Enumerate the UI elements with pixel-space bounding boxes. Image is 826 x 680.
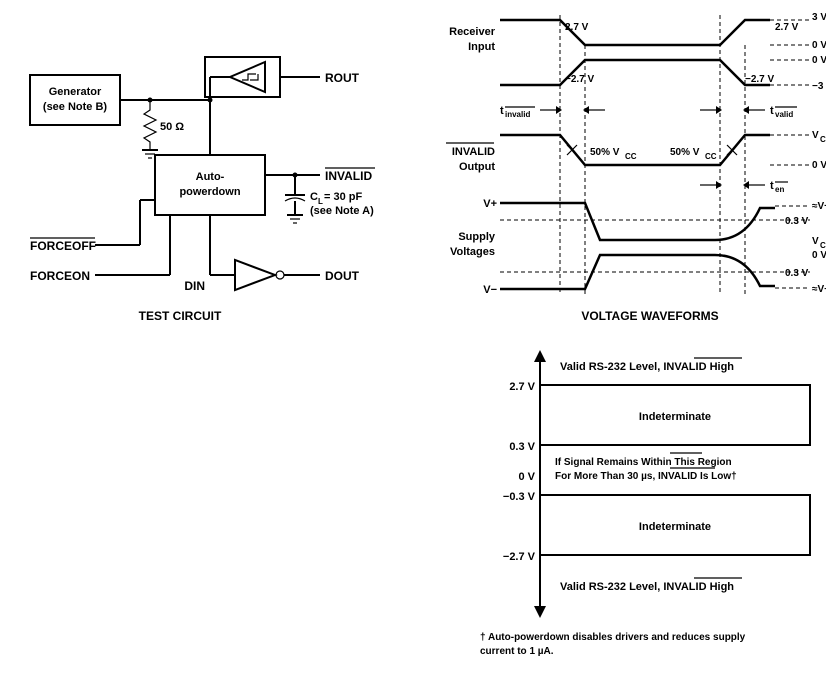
svg-text:Indeterminate: Indeterminate	[639, 411, 711, 423]
svg-text:invalid: invalid	[505, 110, 530, 119]
valid-top: Valid RS-232 Level, INVALID High	[560, 361, 734, 373]
svg-text:V−: V−	[483, 284, 497, 296]
svg-text:0.3 V: 0.3 V	[785, 268, 809, 279]
dout-label: DOUT	[325, 269, 360, 283]
autopd-l1: Auto-	[196, 171, 225, 183]
svg-text:If Signal Remains Within This: If Signal Remains Within This Region	[555, 457, 732, 468]
t-valid: t valid	[700, 105, 797, 119]
t-invalid: t invalid	[500, 105, 605, 119]
cl-rest: = 30 pF	[324, 191, 362, 203]
svg-text:Output: Output	[459, 161, 495, 173]
driver-icon	[235, 260, 275, 290]
svg-text:2.7 V: 2.7 V	[565, 22, 589, 33]
svg-text:V: V	[812, 130, 819, 141]
voltage-waveforms: 2.7 V 2.7 V 3 V 0 V −2.7 V −2.7 V 0 V −3…	[446, 12, 826, 323]
svg-text:V: V	[812, 236, 819, 247]
svg-text:t: t	[770, 105, 774, 117]
svg-text:2.7 V: 2.7 V	[509, 381, 535, 393]
rout-label: ROUT	[325, 71, 360, 85]
svg-text:CC: CC	[625, 152, 637, 161]
svg-text:Voltages: Voltages	[450, 246, 495, 258]
svg-text:t: t	[500, 105, 504, 117]
svg-text:Indeterminate: Indeterminate	[639, 521, 711, 533]
waveforms-title: VOLTAGE WAVEFORMS	[581, 309, 718, 323]
svg-text:en: en	[775, 185, 784, 194]
svg-text:For More Than 30 µs, INVALID I: For More Than 30 µs, INVALID Is Low†	[555, 471, 737, 482]
svg-text:Supply: Supply	[458, 231, 496, 243]
svg-text:0.3 V: 0.3 V	[785, 216, 809, 227]
svg-text:−2.7 V: −2.7 V	[503, 551, 536, 563]
svg-text:Input: Input	[468, 41, 495, 53]
cl-c: C	[310, 191, 318, 203]
svg-text:CC: CC	[705, 152, 717, 161]
svg-text:0 V: 0 V	[812, 40, 826, 51]
svg-text:0 V: 0 V	[812, 55, 826, 66]
footnote-1: † Auto-powerdown disables drivers and re…	[480, 632, 746, 643]
valid-bot: Valid RS-232 Level, INVALID High	[560, 581, 734, 593]
svg-text:0.3 V: 0.3 V	[509, 441, 535, 453]
svg-text:≈V−: ≈V−	[812, 284, 826, 295]
test-circuit: Generator (see Note B) 50 Ω ROUT Auto- p…	[30, 57, 375, 323]
svg-text:50% V: 50% V	[670, 147, 700, 158]
svg-text:t: t	[770, 180, 774, 192]
forceon-label: FORCEON	[30, 269, 90, 283]
svg-text:50% V: 50% V	[590, 147, 620, 158]
svg-text:−2.7 V: −2.7 V	[745, 74, 775, 85]
generator-line1: Generator	[49, 86, 102, 98]
svg-text:3 V: 3 V	[812, 12, 826, 23]
svg-text:0 V: 0 V	[812, 160, 826, 171]
generator-box	[30, 75, 120, 125]
level-diagram: Valid RS-232 Level, INVALID High Indeter…	[480, 350, 810, 657]
svg-text:INVALID: INVALID	[452, 146, 495, 158]
svg-text:−3 V: −3 V	[812, 81, 826, 92]
test-circuit-title: TEST CIRCUIT	[139, 309, 222, 323]
svg-text:Receiver: Receiver	[449, 26, 496, 38]
svg-text:V+: V+	[483, 198, 497, 210]
svg-text:0 V: 0 V	[518, 471, 535, 483]
generator-line2: (see Note B)	[43, 101, 108, 113]
footnote-2: current to 1 µA.	[480, 646, 554, 657]
svg-text:CC: CC	[820, 135, 826, 144]
forceoff-label: FORCEOFF	[30, 239, 96, 253]
svg-text:CC: CC	[820, 241, 826, 250]
autopd-box	[155, 155, 265, 215]
svg-text:−0.3 V: −0.3 V	[503, 491, 536, 503]
t-en: t en	[700, 180, 788, 194]
cl-note: (see Note A)	[310, 205, 374, 217]
svg-text:0 V: 0 V	[812, 250, 826, 261]
din-label: DIN	[184, 279, 205, 293]
invalid-label: INVALID	[325, 169, 372, 183]
svg-text:≈V+: ≈V+	[812, 201, 826, 212]
autopd-l2: powerdown	[179, 186, 240, 198]
svg-text:2.7 V: 2.7 V	[775, 22, 799, 33]
svg-text:−2.7 V: −2.7 V	[565, 74, 595, 85]
diagram-root: Generator (see Note B) 50 Ω ROUT Auto- p…	[0, 0, 826, 680]
svg-text:valid: valid	[775, 110, 793, 119]
resistor-label: 50 Ω	[160, 121, 184, 133]
